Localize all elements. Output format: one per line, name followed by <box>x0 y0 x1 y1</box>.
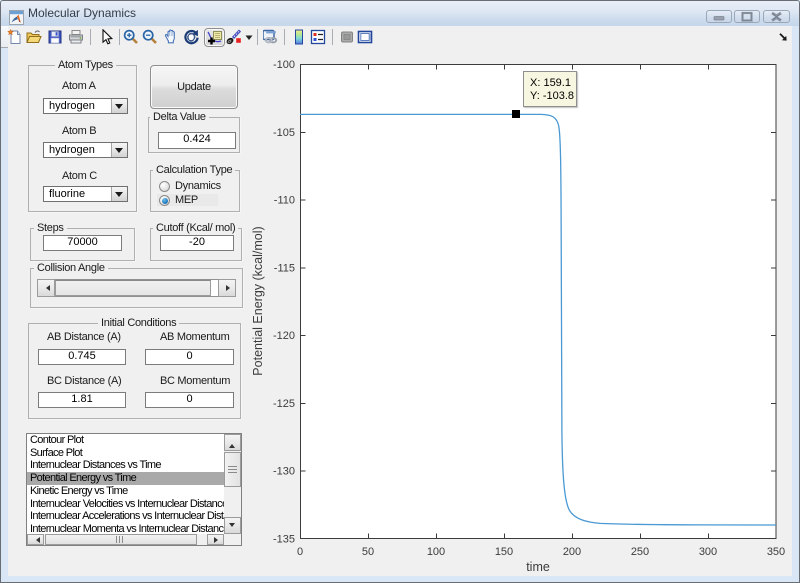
svg-text:-135: -135 <box>273 534 295 546</box>
svg-text:250: 250 <box>631 546 649 558</box>
svg-text:0: 0 <box>297 546 303 558</box>
svg-text:-115: -115 <box>274 262 295 274</box>
svg-text:time: time <box>526 560 550 574</box>
svg-text:200: 200 <box>563 546 581 558</box>
svg-text:-100: -100 <box>273 59 295 71</box>
svg-text:-110: -110 <box>274 195 295 207</box>
svg-text:-120: -120 <box>273 330 295 342</box>
svg-text:-125: -125 <box>273 398 295 410</box>
svg-text:150: 150 <box>495 546 513 558</box>
svg-text:-130: -130 <box>273 466 295 478</box>
svg-text:50: 50 <box>362 546 374 558</box>
svg-text:300: 300 <box>699 546 717 558</box>
svg-text:100: 100 <box>427 546 445 558</box>
svg-text:350: 350 <box>767 546 785 558</box>
svg-text:-105: -105 <box>273 127 295 139</box>
svg-text:Potential Energy (kcal/mol): Potential Energy (kcal/mol) <box>251 226 265 375</box>
